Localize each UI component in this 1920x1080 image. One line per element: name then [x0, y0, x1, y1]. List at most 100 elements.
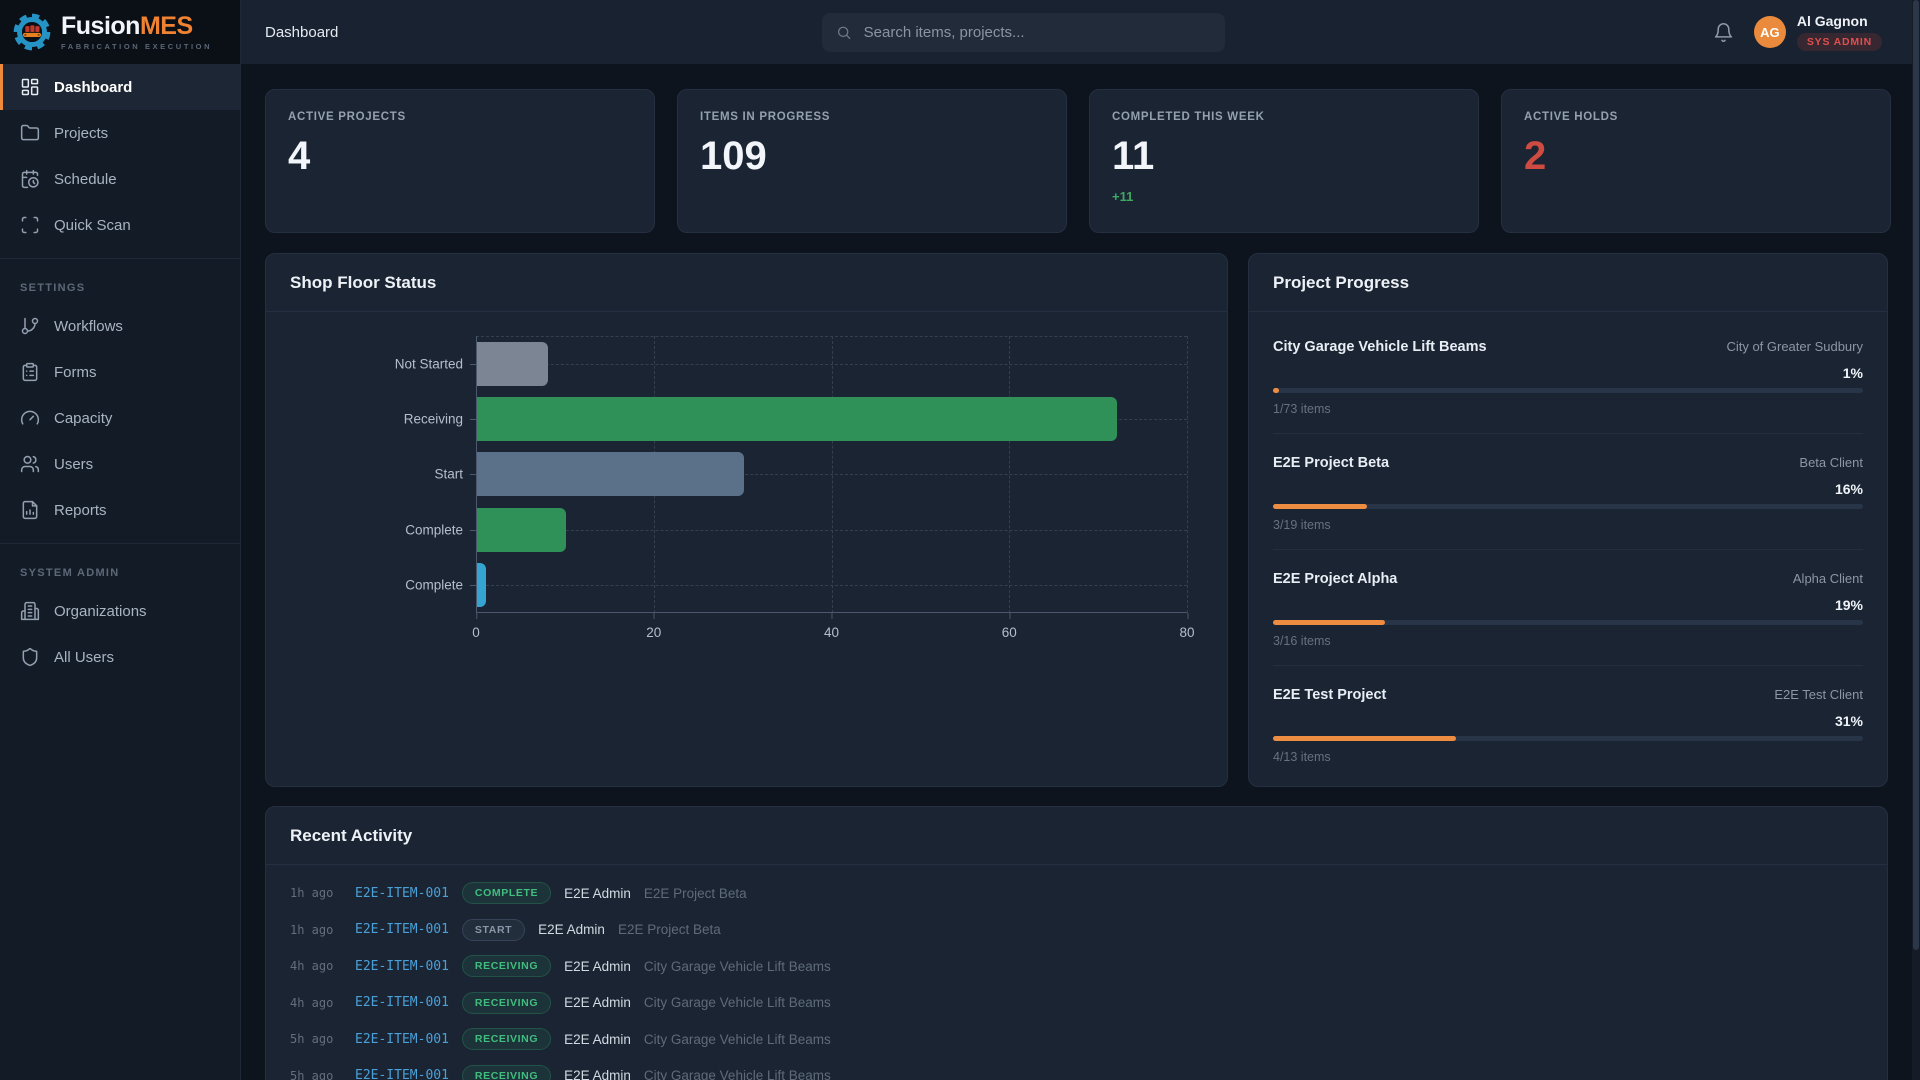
x-tick-label: 20: [646, 613, 661, 640]
clipboard-list-icon: [20, 362, 40, 382]
shield-icon: [20, 647, 40, 667]
project-items-count: 4/13 items: [1273, 750, 1863, 764]
project-list: City Garage Vehicle Lift Beams City of G…: [1249, 312, 1887, 781]
chart-band: Complete: [476, 502, 1187, 557]
status-badge: RECEIVING: [462, 1028, 551, 1050]
panel-title: Project Progress: [1249, 254, 1887, 311]
sidebar-item[interactable]: Organizations: [0, 588, 240, 634]
project-name: E2E Project Beta: [1273, 455, 1389, 471]
activity-row: 4h ago E2E-ITEM-001 RECEIVING E2E Admin …: [290, 948, 1863, 985]
x-tick-label: 80: [1179, 613, 1194, 640]
user-info: Al Gagnon SYS ADMIN: [1797, 13, 1882, 51]
activity-project: City Garage Vehicle Lift Beams: [644, 959, 831, 974]
sidebar-item-label: Forms: [54, 364, 97, 381]
sidebar-item[interactable]: All Users: [0, 634, 240, 680]
sidebar-item[interactable]: Dashboard: [0, 64, 240, 110]
sidebar-item[interactable]: Users: [0, 441, 240, 487]
scrollbar-track: [1912, 0, 1920, 1080]
activity-row: 4h ago E2E-ITEM-001 RECEIVING E2E Admin …: [290, 985, 1863, 1022]
sidebar-section-settings: SETTINGS: [0, 269, 240, 303]
progress-fill: [1273, 504, 1367, 509]
project-percent: 19%: [1273, 597, 1863, 613]
stat-value: 4: [288, 136, 632, 176]
activity-item-link[interactable]: E2E-ITEM-001: [355, 886, 449, 901]
sidebar-item-label: Projects: [54, 125, 108, 142]
stat-card: ITEMS IN PROGRESS 109: [677, 89, 1067, 233]
activity-user: E2E Admin: [564, 886, 631, 901]
avatar[interactable]: AG: [1754, 16, 1786, 48]
project-row[interactable]: City Garage Vehicle Lift Beams City of G…: [1273, 318, 1863, 434]
activity-project: City Garage Vehicle Lift Beams: [644, 1068, 831, 1080]
sidebar-section-admin: SYSTEM ADMIN: [0, 554, 240, 588]
stat-delta: [288, 189, 632, 203]
user-role-badge: SYS ADMIN: [1797, 33, 1882, 51]
folder-icon: [20, 123, 40, 143]
activity-project: City Garage Vehicle Lift Beams: [644, 995, 831, 1010]
project-items-count: 3/19 items: [1273, 518, 1863, 532]
status-badge: RECEIVING: [462, 992, 551, 1014]
chart-band: Not Started: [476, 336, 1187, 391]
stat-delta: +11: [1112, 189, 1456, 204]
sidebar-item[interactable]: Quick Scan: [0, 202, 240, 248]
sidebar-item[interactable]: Reports: [0, 487, 240, 533]
sidebar-item[interactable]: Capacity: [0, 395, 240, 441]
brand-logo[interactable]: FusionMES FABRICATION EXECUTION: [0, 0, 240, 64]
project-row[interactable]: E2E Project Alpha Alpha Client 19% 3/16 …: [1273, 550, 1863, 666]
users-icon: [20, 454, 40, 474]
progress-bar: [1273, 736, 1863, 741]
sidebar-divider: [0, 258, 240, 259]
activity-item-link[interactable]: E2E-ITEM-001: [355, 1032, 449, 1047]
dashboard-icon: [20, 77, 40, 97]
x-axis: [476, 612, 1187, 613]
top-bar: Dashboard AG Al Gagnon SYS ADMIN: [241, 0, 1920, 64]
project-percent: 31%: [1273, 713, 1863, 729]
category-label: Complete: [405, 578, 463, 593]
chart-bar[interactable]: [477, 508, 566, 552]
notifications-bell-icon[interactable]: [1713, 22, 1734, 43]
sidebar-item[interactable]: Projects: [0, 110, 240, 156]
sidebar-item[interactable]: Schedule: [0, 156, 240, 202]
stat-label: COMPLETED THIS WEEK: [1112, 111, 1456, 123]
scrollbar-thumb[interactable]: [1913, 0, 1919, 950]
sidebar-item-label: Capacity: [54, 410, 112, 427]
stat-delta: [1524, 189, 1868, 203]
gridline: [1187, 336, 1188, 613]
chart-bar[interactable]: [477, 342, 548, 386]
panel-title: Recent Activity: [266, 807, 1887, 864]
shop-floor-status-panel: Shop Floor Status Not Started Re: [265, 253, 1228, 787]
sidebar-item[interactable]: Forms: [0, 349, 240, 395]
chart-bar[interactable]: [477, 563, 486, 607]
sidebar-divider: [0, 543, 240, 544]
search-input[interactable]: [862, 23, 1211, 42]
shop-floor-chart: Not Started Receiving Start: [476, 336, 1187, 613]
header-right: AG Al Gagnon SYS ADMIN: [1713, 13, 1920, 51]
search-icon: [836, 24, 852, 41]
git-branch-icon: [20, 316, 40, 336]
band-gridline: [476, 530, 1187, 531]
stat-card: COMPLETED THIS WEEK 11 +11: [1089, 89, 1479, 233]
x-tick-label: 60: [1002, 613, 1017, 640]
activity-item-link[interactable]: E2E-ITEM-001: [355, 1068, 449, 1080]
project-client: E2E Test Client: [1774, 687, 1863, 702]
chart-bar[interactable]: [477, 397, 1117, 441]
chart-bar[interactable]: [477, 452, 744, 496]
y-axis: [476, 336, 477, 613]
stat-label: ACTIVE HOLDS: [1524, 111, 1868, 123]
activity-row: 5h ago E2E-ITEM-001 RECEIVING E2E Admin …: [290, 1058, 1863, 1080]
activity-item-link[interactable]: E2E-ITEM-001: [355, 959, 449, 974]
stat-value: 11: [1112, 136, 1456, 176]
status-badge: COMPLETE: [462, 882, 551, 904]
project-row[interactable]: E2E Test Project E2E Test Client 31% 4/1…: [1273, 666, 1863, 781]
project-items-count: 1/73 items: [1273, 402, 1863, 416]
activity-item-link[interactable]: E2E-ITEM-001: [355, 922, 449, 937]
sidebar-item[interactable]: Workflows: [0, 303, 240, 349]
user-menu[interactable]: AG Al Gagnon SYS ADMIN: [1754, 13, 1882, 51]
chart-band: Start: [476, 447, 1187, 502]
activity-item-link[interactable]: E2E-ITEM-001: [355, 995, 449, 1010]
stat-cards: ACTIVE PROJECTS 4 ITEMS IN PROGRESS 109 …: [265, 89, 1891, 233]
category-label: Start: [434, 467, 463, 482]
sidebar-nav-settings: Workflows Forms Capacity Users: [0, 303, 240, 533]
building-icon: [20, 601, 40, 621]
sidebar-item-label: Schedule: [54, 171, 117, 188]
project-row[interactable]: E2E Project Beta Beta Client 16% 3/19 it…: [1273, 434, 1863, 550]
